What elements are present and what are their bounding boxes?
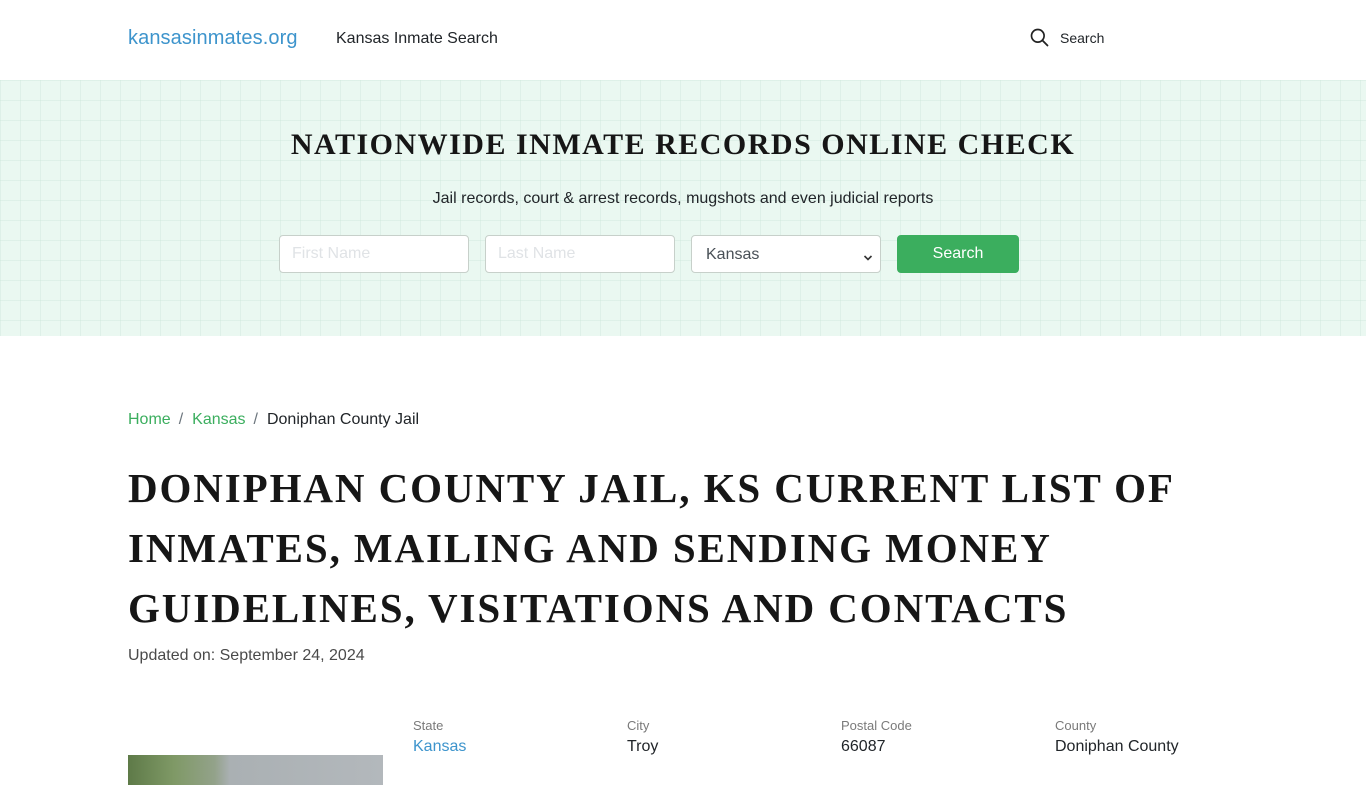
hero-subtitle: Jail records, court & arrest records, mu… bbox=[432, 190, 934, 207]
state-link[interactable]: Kansas bbox=[413, 738, 466, 756]
last-name-input[interactable] bbox=[485, 235, 675, 273]
facility-photo bbox=[128, 755, 383, 785]
info-postal-code: Postal Code 66087 bbox=[841, 718, 1055, 756]
info-value: Troy bbox=[627, 738, 659, 755]
search-icon bbox=[1030, 28, 1049, 47]
info-value: 66087 bbox=[841, 738, 886, 755]
breadcrumb-separator: / bbox=[178, 411, 184, 428]
info-state: State Kansas bbox=[413, 718, 627, 756]
breadcrumb-current: Doniphan County Jail bbox=[266, 411, 420, 428]
header-search-button[interactable]: Search bbox=[1030, 28, 1104, 47]
info-county: County Doniphan County bbox=[1055, 718, 1269, 756]
updated-date: Updated on: September 24, 2024 bbox=[128, 647, 365, 664]
info-city: City Troy bbox=[627, 718, 841, 756]
nav-kansas-inmate-search[interactable]: Kansas Inmate Search bbox=[336, 30, 498, 48]
info-label: Postal Code bbox=[841, 718, 912, 733]
state-select-wrapper: Kansas bbox=[691, 235, 881, 273]
state-select[interactable]: Kansas bbox=[691, 235, 881, 273]
first-name-input[interactable] bbox=[279, 235, 469, 273]
site-logo-link[interactable]: kansasinmates.org bbox=[128, 27, 298, 50]
breadcrumb: Home / Kansas / Doniphan County Jail bbox=[128, 411, 419, 429]
hero-search-section: NATIONWIDE INMATE RECORDS ONLINE CHECK J… bbox=[0, 80, 1366, 336]
search-button[interactable]: Search bbox=[897, 235, 1019, 273]
breadcrumb-kansas[interactable]: Kansas bbox=[192, 411, 245, 429]
info-value: Doniphan County bbox=[1055, 738, 1179, 755]
info-label: State bbox=[413, 718, 444, 733]
facility-info-grid: State Kansas City Troy Postal Code 66087… bbox=[413, 718, 1269, 756]
inmate-search-form: Kansas Search bbox=[279, 235, 1019, 273]
site-header: kansasinmates.org Kansas Inmate Search S… bbox=[0, 0, 1366, 80]
info-label: City bbox=[627, 718, 650, 733]
breadcrumb-separator: / bbox=[253, 411, 258, 428]
info-label: County bbox=[1055, 718, 1097, 733]
breadcrumb-home[interactable]: Home bbox=[128, 411, 171, 429]
header-search-label: Search bbox=[1060, 29, 1105, 46]
page-title: DONIPHAN COUNTY JAIL, KS CURRENT LIST OF… bbox=[128, 465, 1174, 631]
hero-title: NATIONWIDE INMATE RECORDS ONLINE CHECK bbox=[290, 128, 1076, 161]
